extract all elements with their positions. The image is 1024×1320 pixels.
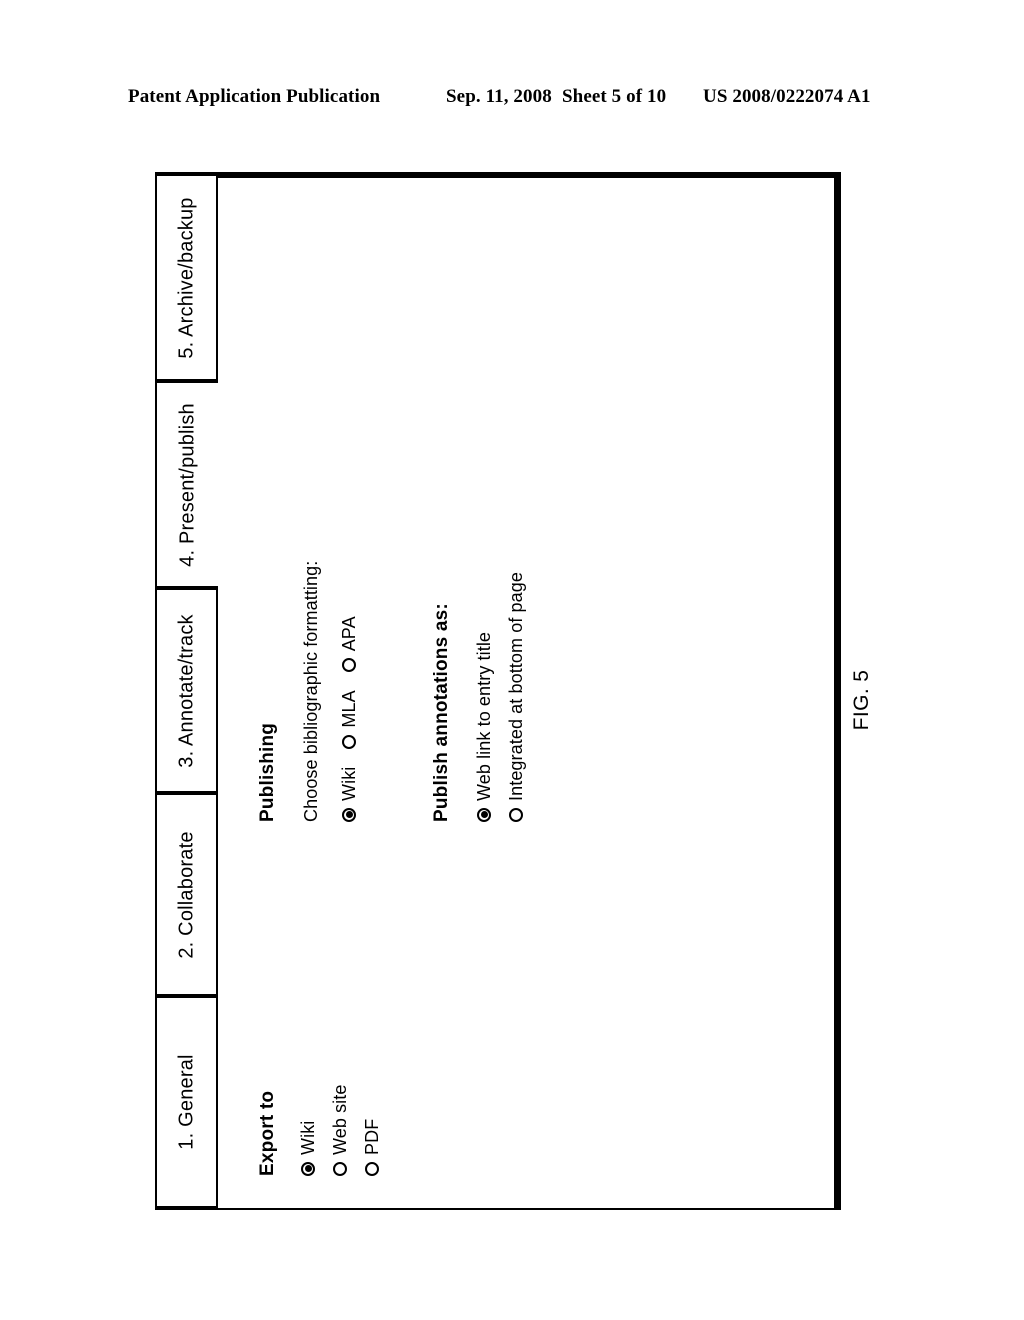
radio-export-wiki[interactable]: Wiki [298,1085,318,1176]
radio-annotation-web-link-label: Web link to entry title [474,631,494,801]
group-publish-annotations: Publish annotations as: Web link to entr… [431,572,526,822]
settings-panel: Export to Wiki Web site PDF Publishing C… [219,178,835,1204]
radio-export-web-site-label: Web site [330,1084,350,1156]
radio-export-pdf-label: PDF [362,1118,382,1155]
radio-format-apa-label: APA [339,616,359,652]
tab-annotate-track[interactable]: 3. Annotate/track [155,588,218,793]
group-publishing: Publishing Choose bibliographic formatti… [257,560,359,822]
figure-caption-label: FIG. 5 [850,669,873,731]
tab-general-label: 1. General [175,1054,197,1150]
radio-format-wiki-label: Wiki [339,766,359,801]
figure-5: 5. Archive/backup 4. Present/publish 3. … [0,0,1024,1320]
radio-button-icon[interactable] [342,734,356,749]
bibliographic-formatting-label: Choose bibliographic formatting: [301,560,321,822]
radio-export-wiki-label: Wiki [298,1120,318,1155]
tab-archive-backup[interactable]: 5. Archive/backup [155,174,218,381]
group-publish-annotations-title: Publish annotations as: [431,603,452,822]
tab-archive-backup-label: 5. Archive/backup [175,196,197,359]
radio-button-icon[interactable] [365,1162,379,1176]
radio-button-icon[interactable] [342,808,356,822]
radio-button-icon[interactable] [333,1162,347,1176]
radio-button-icon[interactable] [301,1162,315,1176]
radio-button-icon[interactable] [477,808,491,822]
group-export-to: Export to Wiki Web site PDF [257,1084,382,1176]
tab-annotate-track-label: 3. Annotate/track [175,613,197,768]
radio-export-pdf[interactable]: PDF [362,1085,382,1176]
radio-annotation-web-link[interactable]: Web link to entry title [474,572,494,822]
radio-annotation-integrated-label: Integrated at bottom of page [506,572,526,801]
tab-general[interactable]: 1. General [155,996,218,1208]
radio-format-wiki[interactable]: Wiki [339,766,359,822]
tab-present-publish[interactable]: 4. Present/publish [155,381,218,588]
figure-caption: FIG. 5 [845,645,879,755]
tab-present-publish-label: 4. Present/publish [176,402,198,567]
group-export-to-title: Export to [257,1090,278,1176]
tab-collaborate[interactable]: 2. Collaborate [155,793,218,996]
tab-collaborate-label: 2. Collaborate [175,830,197,959]
radio-button-icon[interactable] [342,658,356,673]
group-publishing-title: Publishing [257,722,278,822]
radio-format-mla-label: MLA [339,690,359,728]
radio-format-mla[interactable]: MLA [339,690,359,749]
radio-button-icon[interactable] [509,808,523,822]
radio-format-apa[interactable]: APA [339,616,359,673]
radio-export-web-site[interactable]: Web site [330,1084,350,1176]
tab-strip: 5. Archive/backup 4. Present/publish 3. … [155,172,219,1210]
radio-annotation-integrated[interactable]: Integrated at bottom of page [506,572,526,822]
